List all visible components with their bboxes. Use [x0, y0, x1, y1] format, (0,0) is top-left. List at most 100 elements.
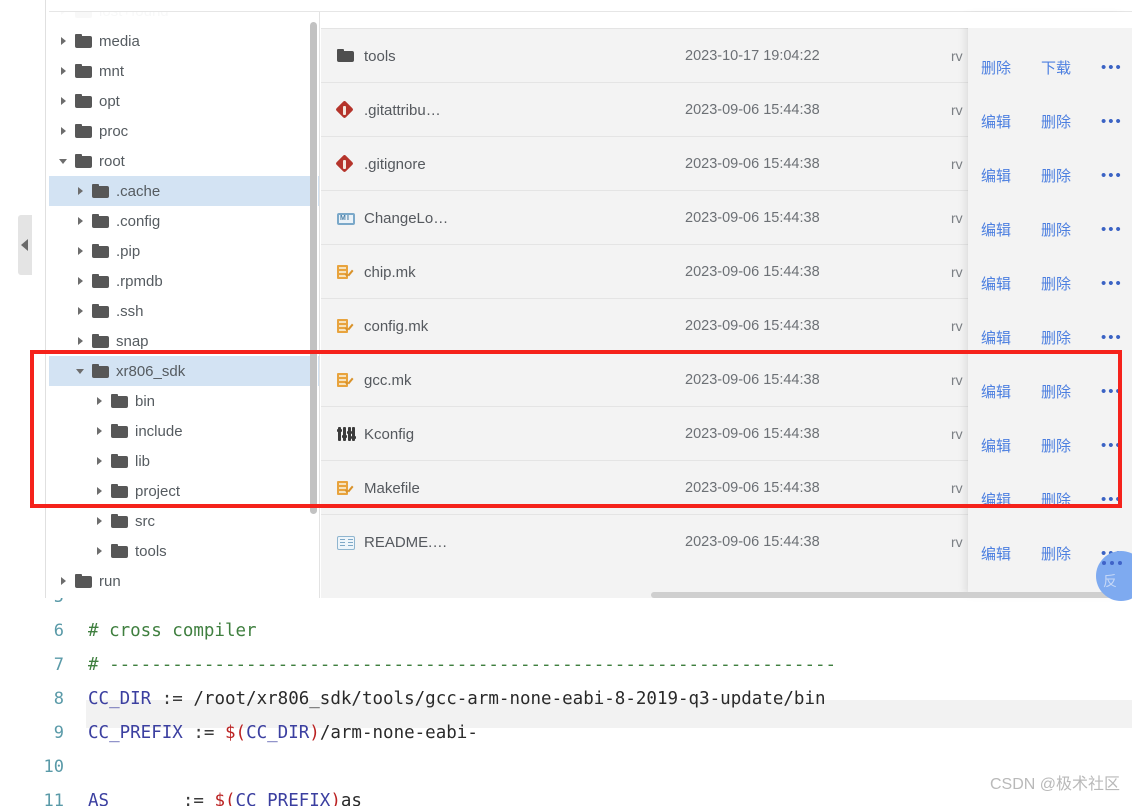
chevron-right-icon[interactable] [76, 336, 86, 346]
chevron-down-icon[interactable] [76, 366, 86, 376]
action-link-1[interactable]: 编辑 [981, 543, 1011, 564]
row-actions[interactable]: 编辑 删除 ••• [981, 418, 1123, 472]
tree-item-tools[interactable]: tools [49, 536, 319, 566]
more-actions-icon[interactable]: ••• [1101, 491, 1123, 508]
row-actions[interactable]: 编辑 删除 ••• [981, 472, 1123, 526]
action-link-1[interactable]: 删除 [981, 57, 1011, 78]
code-line[interactable]: 6 # cross compiler [0, 614, 1132, 648]
row-actions[interactable]: 删除 下载 ••• [981, 40, 1123, 94]
tree-item-mnt[interactable]: mnt [49, 56, 319, 86]
tree-item-lib[interactable]: lib [49, 446, 319, 476]
action-link-2[interactable]: 删除 [1041, 327, 1071, 348]
action-link-1[interactable]: 编辑 [981, 381, 1011, 402]
row-actions[interactable]: 编辑 删除 ••• [981, 202, 1123, 256]
more-actions-icon[interactable]: ••• [1101, 113, 1123, 130]
file-name-cell[interactable]: tools [337, 29, 396, 83]
code-editor-lines[interactable]: 5"6# cross compiler7# ------------------… [0, 598, 1132, 806]
action-link-2[interactable]: 删除 [1041, 543, 1071, 564]
action-link-2[interactable]: 删除 [1041, 111, 1071, 132]
file-tree-list[interactable]: lost+found media mnt opt proc root .cache .conf… [49, 12, 319, 596]
chevron-right-icon[interactable] [59, 96, 69, 106]
file-name-cell[interactable]: .gitignore [337, 137, 426, 191]
more-actions-icon[interactable]: ••• [1101, 437, 1123, 454]
action-link-1[interactable]: 编辑 [981, 111, 1011, 132]
action-link-1[interactable]: 编辑 [981, 489, 1011, 510]
chevron-right-icon[interactable] [59, 126, 69, 136]
chevron-right-icon[interactable] [95, 546, 105, 556]
tree-item-project[interactable]: project [49, 476, 319, 506]
chevron-right-icon[interactable] [76, 276, 86, 286]
chevron-right-icon[interactable] [76, 246, 86, 256]
more-actions-icon[interactable]: ••• [1101, 59, 1123, 76]
more-actions-icon[interactable]: ••• [1101, 221, 1123, 238]
more-actions-icon[interactable]: ••• [1101, 329, 1123, 346]
tree-item-opt[interactable]: opt [49, 86, 319, 116]
row-actions[interactable]: 编辑 删除 ••• [981, 310, 1123, 364]
chevron-right-icon[interactable] [59, 12, 69, 16]
file-name-cell[interactable]: ChangeLo… [337, 191, 448, 245]
row-actions[interactable]: 编辑 删除 ••• [981, 256, 1123, 310]
row-actions[interactable]: 编辑 删除 ••• [981, 148, 1123, 202]
file-name-cell[interactable]: Makefile [337, 461, 420, 515]
code-line[interactable]: 7 # -------------------------------------… [0, 648, 1132, 682]
action-link-1[interactable]: 编辑 [981, 165, 1011, 186]
row-actions[interactable]: 编辑 删除 ••• [981, 364, 1123, 418]
chevron-right-icon[interactable] [59, 36, 69, 46]
chevron-right-icon[interactable] [95, 486, 105, 496]
tree-item-root[interactable]: root [49, 146, 319, 176]
more-actions-icon[interactable]: ••• [1101, 383, 1123, 400]
action-link-1[interactable]: 编辑 [981, 273, 1011, 294]
tree-scrollbar-thumb[interactable] [310, 22, 317, 514]
tree-item-ssh[interactable]: .ssh [49, 296, 319, 326]
action-link-2[interactable]: 删除 [1041, 165, 1071, 186]
more-actions-icon[interactable]: ••• [1101, 167, 1123, 184]
code-line[interactable]: 5" [0, 598, 1132, 614]
file-list-horizontal-scrollbar[interactable] [651, 592, 1132, 598]
file-name-cell[interactable]: gcc.mk [337, 353, 412, 407]
tree-item-run[interactable]: run [49, 566, 319, 596]
chevron-right-icon[interactable] [95, 396, 105, 406]
tree-item-config[interactable]: .config [49, 206, 319, 236]
code-line[interactable]: 10 [0, 750, 1132, 784]
file-name-cell[interactable]: .gitattribu… [337, 83, 441, 137]
tree-item-rpmdb[interactable]: .rpmdb [49, 266, 319, 296]
tree-item-cache[interactable]: .cache [49, 176, 319, 206]
tree-item-pip[interactable]: .pip [49, 236, 319, 266]
file-name-cell[interactable]: chip.mk [337, 245, 416, 299]
action-link-1[interactable]: 编辑 [981, 219, 1011, 240]
chevron-right-icon[interactable] [76, 186, 86, 196]
chevron-right-icon[interactable] [95, 426, 105, 436]
action-link-1[interactable]: 编辑 [981, 327, 1011, 348]
tree-item-lost+found[interactable]: lost+found [49, 12, 319, 26]
file-tree-panel[interactable]: lost+found media mnt opt proc root .cache .conf… [49, 12, 320, 598]
action-link-2[interactable]: 删除 [1041, 219, 1071, 240]
chevron-down-icon[interactable] [59, 156, 69, 166]
chevron-right-icon[interactable] [59, 576, 69, 586]
action-link-2[interactable]: 删除 [1041, 381, 1071, 402]
code-line[interactable]: 9 CC_PREFIX := $(CC_DIR)/arm-none-eabi- [0, 716, 1132, 750]
tree-item-bin[interactable]: bin [49, 386, 319, 416]
chevron-right-icon[interactable] [59, 66, 69, 76]
tree-item-proc[interactable]: proc [49, 116, 319, 146]
file-name-cell[interactable]: README.… [337, 515, 447, 569]
chevron-right-icon[interactable] [95, 516, 105, 526]
action-link-1[interactable]: 编辑 [981, 435, 1011, 456]
chevron-right-icon[interactable] [76, 216, 86, 226]
more-actions-icon[interactable]: ••• [1101, 275, 1123, 292]
tree-item-src[interactable]: src [49, 506, 319, 536]
action-link-2[interactable]: 删除 [1041, 273, 1071, 294]
code-editor[interactable]: 5"6# cross compiler7# ------------------… [0, 598, 1132, 806]
tree-item-xr806_sdk[interactable]: xr806_sdk [49, 356, 319, 386]
file-name-cell[interactable]: config.mk [337, 299, 428, 353]
tree-item-snap[interactable]: snap [49, 326, 319, 356]
chevron-right-icon[interactable] [95, 456, 105, 466]
code-line[interactable]: 11 AS := $(CC_PREFIX)as [0, 784, 1132, 806]
chevron-right-icon[interactable] [76, 306, 86, 316]
tree-item-media[interactable]: media [49, 26, 319, 56]
row-actions[interactable]: 编辑 删除 ••• [981, 94, 1123, 148]
panel-collapse-handle[interactable] [18, 215, 32, 275]
action-link-2[interactable]: 下载 [1041, 57, 1071, 78]
action-link-2[interactable]: 删除 [1041, 435, 1071, 456]
code-line[interactable]: 8 CC_DIR := /root/xr806_sdk/tools/gcc-arm… [0, 682, 1132, 716]
action-link-2[interactable]: 删除 [1041, 489, 1071, 510]
